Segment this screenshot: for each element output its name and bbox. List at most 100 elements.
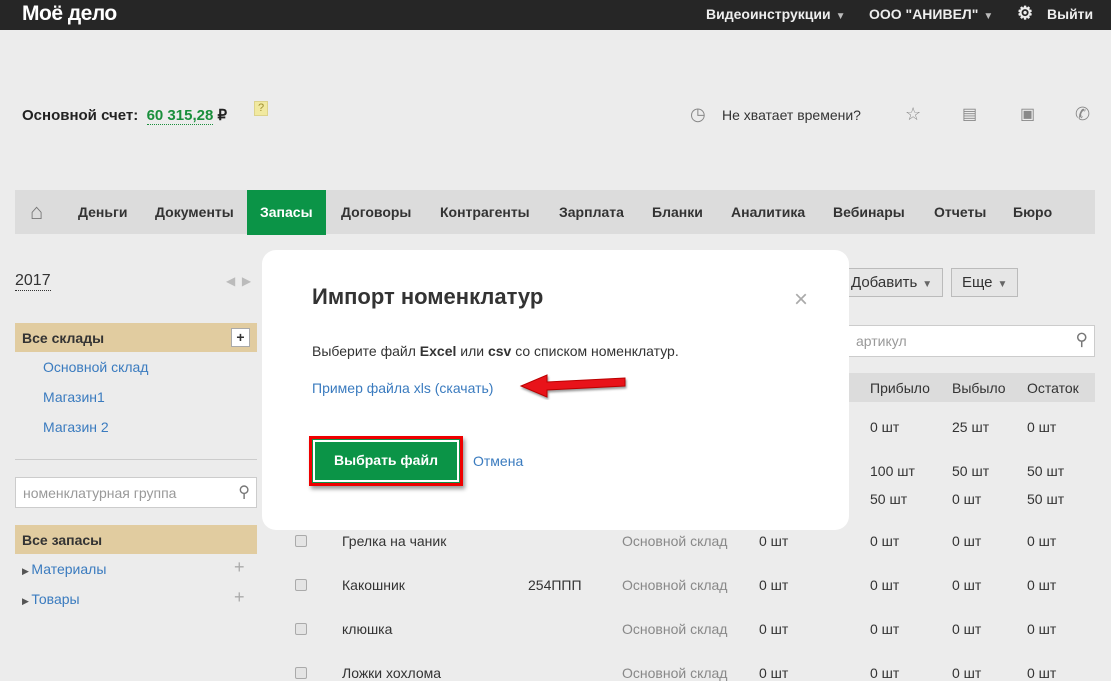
cell-start: 0 шт <box>759 577 789 593</box>
text: Выберите файл <box>312 343 420 359</box>
cell-rest: 0 шт <box>1027 577 1057 593</box>
cell-article: 254ППП <box>528 577 582 593</box>
warehouse-link[interactable]: Основной склад <box>43 359 148 375</box>
chat-icon[interactable]: ▤ <box>962 104 977 124</box>
add-icon[interactable]: + <box>234 587 245 608</box>
more-button[interactable]: Еще ▼ <box>951 268 1019 297</box>
cell-out: 0 шт <box>952 491 982 507</box>
stock-search-input[interactable]: артикул ⚲ <box>845 325 1095 357</box>
account-amount[interactable]: 60 315,28 <box>146 107 214 125</box>
cell-warehouse: Основной склад <box>622 621 728 637</box>
gear-icon[interactable]: ⚙ <box>1017 3 1033 24</box>
year-selector[interactable]: 2017 <box>15 272 51 291</box>
import-modal: Импорт номенклатур × Выберите файл Excel… <box>262 250 849 530</box>
nav-webinars[interactable]: Вебинары <box>833 190 905 234</box>
expand-icon: ▶ <box>22 596 32 606</box>
add-button[interactable]: Добавить ▼ <box>840 268 944 297</box>
item-name-link[interactable]: Ложки хохлома <box>342 665 441 681</box>
cell-start: 0 шт <box>759 665 789 681</box>
row-checkbox[interactable] <box>295 623 307 635</box>
search-icon[interactable]: ⚲ <box>1076 330 1088 350</box>
cell-in: 100 шт <box>870 463 915 479</box>
account-label: Основной счет: <box>22 107 139 124</box>
chevron-down-icon: ▼ <box>983 11 994 22</box>
currency: ₽ <box>217 107 228 124</box>
cell-warehouse: Основной склад <box>622 577 728 593</box>
cell-rest: 50 шт <box>1027 491 1065 507</box>
item-name-link[interactable]: клюшка <box>342 621 392 637</box>
nav-bureau[interactable]: Бюро <box>1013 190 1052 234</box>
nav-salary[interactable]: Зарплата <box>559 190 624 234</box>
year-arrows-icon[interactable]: ◀ ▶ <box>226 274 251 288</box>
star-icon[interactable]: ☆ <box>905 104 921 125</box>
company-menu[interactable]: ООО "АНИВЕЛ" ▼ <box>869 6 993 22</box>
logout-link[interactable]: Выйти <box>1047 6 1093 22</box>
help-icon[interactable]: ? <box>254 101 268 116</box>
row-checkbox[interactable] <box>295 579 307 591</box>
nav-contractors[interactable]: Контрагенты <box>440 190 530 234</box>
cell-in: 0 шт <box>870 533 900 549</box>
nav-stock[interactable]: Запасы <box>247 190 326 235</box>
cell-warehouse: Основной склад <box>622 533 728 549</box>
item-name-link[interactable]: Грелка на чаник <box>342 533 446 549</box>
divider <box>15 459 257 460</box>
nav-contracts[interactable]: Договоры <box>341 190 411 234</box>
text: или <box>456 343 488 359</box>
no-time-link[interactable]: Не хватает времени? <box>722 107 861 123</box>
placeholder: артикул <box>856 333 907 349</box>
col-in[interactable]: Прибыло <box>870 380 930 396</box>
nav-forms[interactable]: Бланки <box>652 190 703 234</box>
nav-analytics[interactable]: Аналитика <box>731 190 805 234</box>
chevron-down-icon: ▼ <box>997 279 1008 290</box>
row-checkbox[interactable] <box>295 535 307 547</box>
group-search-input[interactable]: номенклатурная группа ⚲ <box>15 477 257 508</box>
phone-icon[interactable]: ✆ <box>1075 104 1090 125</box>
search-icon[interactable]: ⚲ <box>238 482 250 502</box>
close-icon[interactable]: × <box>794 286 808 314</box>
cell-in: 0 шт <box>870 665 900 681</box>
chevron-down-icon: ▼ <box>835 11 846 22</box>
cancel-link[interactable]: Отмена <box>473 453 523 469</box>
col-rest[interactable]: Остаток <box>1027 380 1079 396</box>
choose-file-button[interactable]: Выбрать файл <box>309 436 463 486</box>
main-nav: ⌂ Деньги Документы Запасы Договоры Контр… <box>15 190 1095 235</box>
nav-documents[interactable]: Документы <box>155 190 234 234</box>
video-menu[interactable]: Видеоинструкции ▼ <box>706 6 846 22</box>
chevron-down-icon: ▼ <box>922 279 933 290</box>
cell-out: 0 шт <box>952 533 982 549</box>
add-warehouse-button[interactable]: + <box>231 328 250 347</box>
modal-description: Выберите файл Excel или csv со списком н… <box>312 343 679 359</box>
all-warehouses[interactable]: Все склады <box>15 323 257 352</box>
add-icon[interactable]: + <box>234 557 245 578</box>
cell-out: 0 шт <box>952 665 982 681</box>
cell-rest: 0 шт <box>1027 419 1057 435</box>
expand-icon: ▶ <box>22 566 32 576</box>
row-checkbox[interactable] <box>295 667 307 679</box>
cell-out: 0 шт <box>952 577 982 593</box>
cell-in: 0 шт <box>870 577 900 593</box>
cell-out: 50 шт <box>952 463 990 479</box>
cell-rest: 0 шт <box>1027 621 1057 637</box>
col-out[interactable]: Выбыло <box>952 380 1006 396</box>
home-icon[interactable]: ⌂ <box>30 190 43 234</box>
warehouse-link[interactable]: Магазин1 <box>43 389 105 405</box>
logo[interactable]: Моё дело <box>22 2 117 26</box>
tree-item-goods[interactable]: ▶ Товары <box>22 591 80 607</box>
contact-card-icon[interactable]: ▣ <box>1020 104 1035 124</box>
tree-item-materials[interactable]: ▶ Материалы <box>22 561 106 577</box>
all-stock[interactable]: Все запасы <box>15 525 257 554</box>
cell-in: 50 шт <box>870 491 908 507</box>
text: со списком номенклатур. <box>511 343 679 359</box>
video-label: Видеоинструкции <box>706 6 831 22</box>
item-name-link[interactable]: Какошник <box>342 577 405 593</box>
cell-in: 0 шт <box>870 419 900 435</box>
sample-file-link[interactable]: Пример файла xls (скачать) <box>312 380 493 396</box>
nav-reports[interactable]: Отчеты <box>934 190 986 234</box>
add-label: Добавить <box>851 274 918 291</box>
clock-icon: ◷ <box>690 104 706 124</box>
cell-in: 0 шт <box>870 621 900 637</box>
account-balance: Основной счет: 60 315,28 ₽ <box>22 106 228 125</box>
warehouse-link[interactable]: Магазин 2 <box>43 419 109 435</box>
top-bar: Моё дело Видеоинструкции ▼ ООО "АНИВЕЛ" ▼ … <box>0 0 1111 30</box>
nav-money[interactable]: Деньги <box>78 190 127 234</box>
